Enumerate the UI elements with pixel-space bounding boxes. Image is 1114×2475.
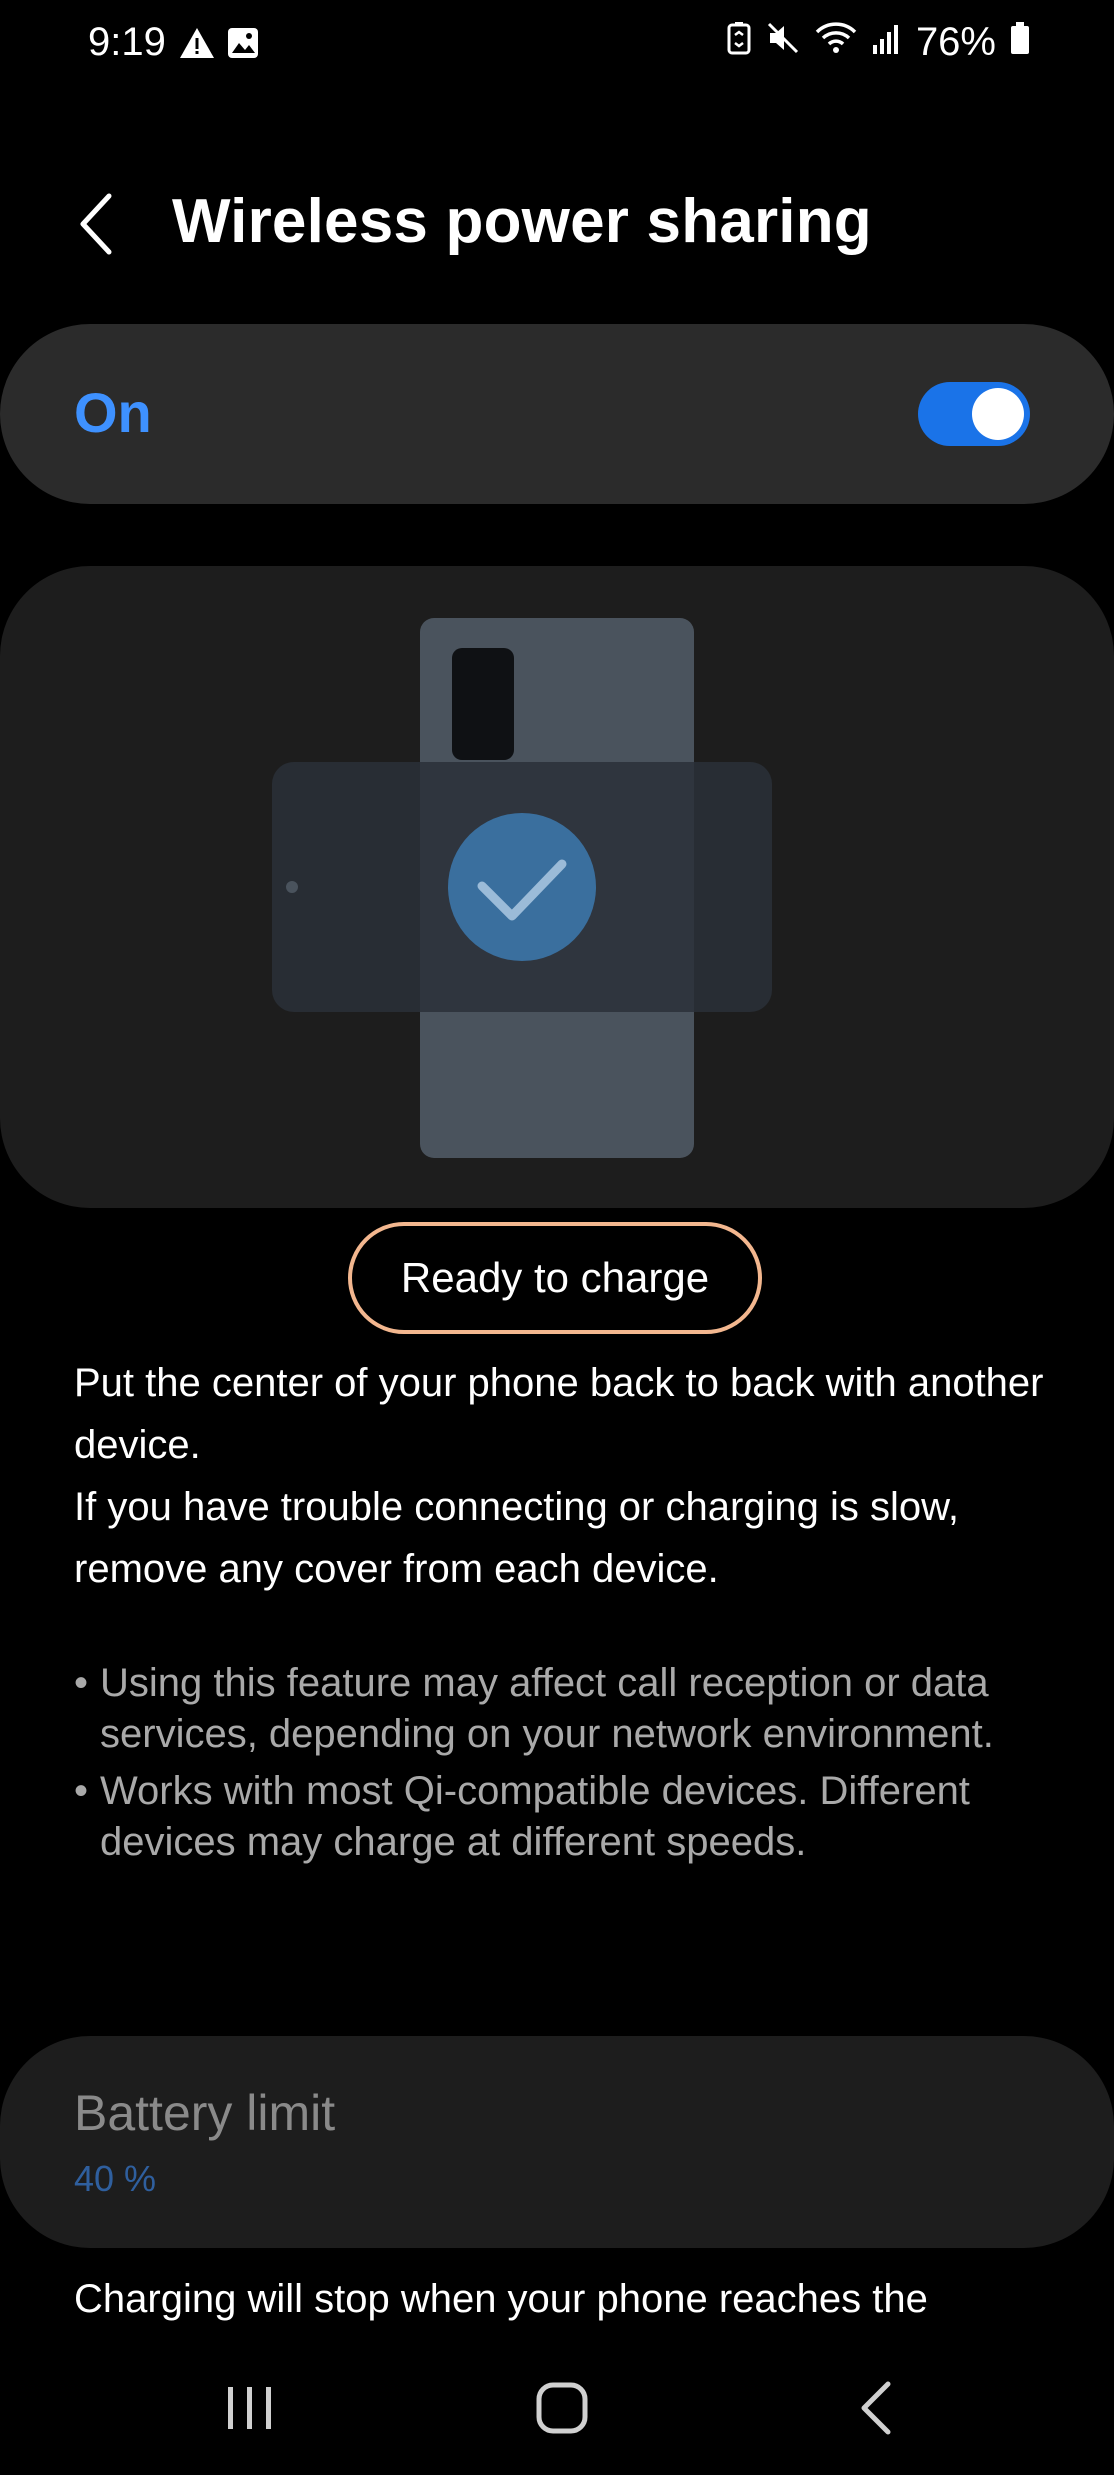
home-icon (535, 2381, 589, 2440)
status-left-icons (178, 26, 260, 65)
battery-icon (1010, 20, 1030, 65)
signal-icon (872, 20, 902, 65)
battery-share-icon (726, 20, 752, 65)
notes-list: • Using this feature may affect call rece… (74, 1658, 1064, 1874)
footer-text: Charging will stop when your phone reach… (74, 2277, 928, 2321)
mute-icon (766, 20, 800, 65)
page-title: Wireless power sharing (172, 187, 872, 256)
master-switch-toggle[interactable] (918, 382, 1030, 446)
back-icon (856, 2380, 896, 2441)
status-time: 9:19 (88, 20, 166, 64)
description-line-2: If you have trouble connecting or chargi… (74, 1485, 959, 1591)
battery-limit-title: Battery limit (74, 2085, 336, 2141)
image-icon (226, 26, 260, 65)
wifi-icon (814, 20, 858, 65)
check-icon (448, 813, 596, 961)
phone-illustration (272, 618, 772, 1158)
status-pill: Ready to charge (348, 1222, 762, 1334)
master-switch-label: On (74, 381, 152, 444)
battery-percent: 76% (915, 20, 996, 64)
warning-icon (178, 26, 216, 65)
battery-limit-row[interactable] (0, 2036, 1114, 2248)
navigation-bar (0, 2340, 1114, 2475)
nav-back-button[interactable] (826, 2370, 926, 2450)
recents-icon (224, 2383, 276, 2438)
note-item: • Using this feature may affect call rece… (74, 1661, 994, 1756)
description-line-1: Put the center of your phone back to bac… (74, 1361, 1044, 1467)
home-button[interactable] (512, 2370, 612, 2450)
illustration-card (0, 566, 1114, 1208)
battery-limit-value: 40 % (74, 2158, 157, 2199)
back-chevron-icon (75, 192, 115, 261)
status-right: 76% (726, 20, 1030, 65)
back-button[interactable] (60, 188, 130, 264)
note-item: • Works with most Qi-compatible devices. … (74, 1769, 970, 1864)
footer-text-container: Charging will stop when your phone reach… (74, 2268, 1064, 2324)
toggle-knob (972, 388, 1024, 440)
recents-button[interactable] (200, 2370, 300, 2450)
description: Put the center of your phone back to bac… (74, 1352, 1064, 1600)
